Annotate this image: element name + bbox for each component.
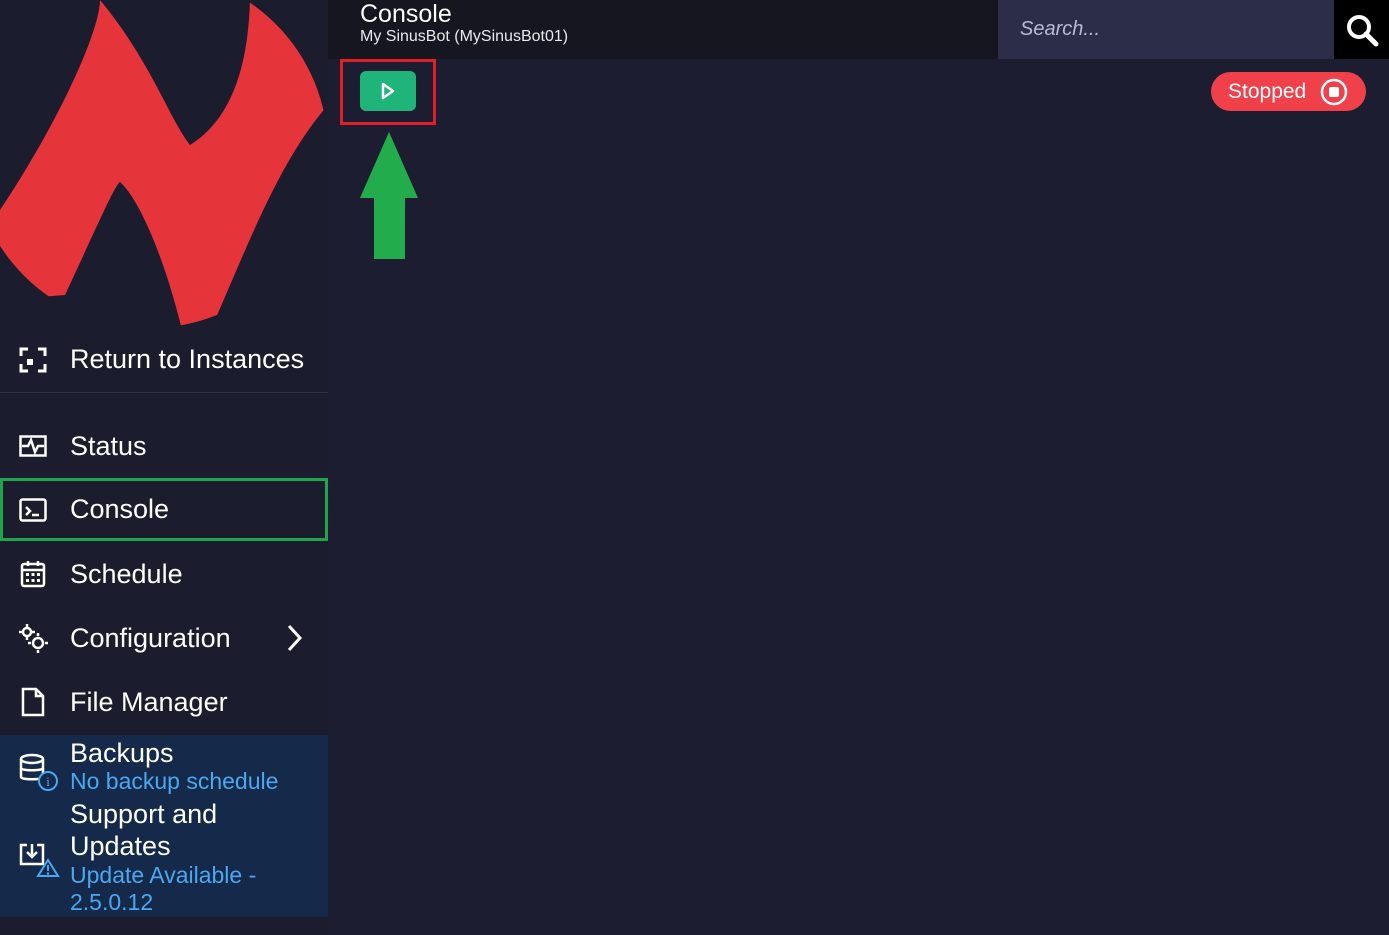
backups-title: Backups: [70, 738, 174, 768]
brand-logo: [0, 0, 328, 330]
status-pulse-icon: [17, 430, 49, 462]
page-title: Console: [360, 0, 452, 28]
terminal-icon: [17, 494, 49, 526]
file-icon: [17, 686, 49, 718]
support-title-line1: Support and: [70, 799, 218, 829]
sidebar-item-console[interactable]: Console: [0, 478, 328, 541]
sidebar-item-label: Console: [70, 494, 170, 524]
stop-icon: [1320, 78, 1348, 106]
instance-name: My SinusBot (MySinusBot01): [360, 28, 569, 45]
sidebar-item-backups[interactable]: i Backups No backup schedule: [0, 735, 328, 797]
sidebar-item-support-updates[interactable]: Support and Updates Update Available - 2…: [0, 798, 328, 917]
support-title-line2: Updates: [70, 831, 171, 861]
sidebar: Return to Instances Status Console Sched…: [0, 0, 328, 935]
return-label: Return to Instances: [70, 344, 305, 374]
update-status-line1: Update Available -: [70, 862, 257, 888]
sidebar-item-status[interactable]: Status: [0, 414, 328, 478]
status-badge[interactable]: Stopped: [1211, 72, 1366, 111]
calendar-icon: [17, 558, 49, 590]
sidebar-item-label: Status: [70, 430, 147, 461]
search-button[interactable]: [1334, 0, 1389, 59]
sidebar-item-file-manager[interactable]: File Manager: [0, 670, 328, 734]
return-to-instances-link[interactable]: Return to Instances: [0, 327, 328, 393]
sidebar-status-panel: i Backups No backup schedule Support and…: [0, 735, 328, 917]
status-label: Stopped: [1228, 79, 1307, 103]
expand-frame-icon: [17, 344, 49, 376]
sidebar-item-configuration[interactable]: Configuration: [0, 606, 328, 670]
top-bar: Console My SinusBot (MySinusBot01) Searc…: [328, 0, 1389, 59]
sidebar-item-label: File Manager: [70, 686, 228, 717]
play-icon: [381, 82, 395, 100]
backups-status: No backup schedule: [70, 768, 279, 794]
chevron-right-icon[interactable]: [286, 624, 303, 657]
sidebar-item-schedule[interactable]: Schedule: [0, 542, 328, 606]
update-status-line2: 2.5.0.12: [70, 889, 154, 915]
search-icon: [1346, 14, 1378, 46]
svg-text:i: i: [46, 774, 50, 789]
sidebar-item-label: Schedule: [70, 558, 183, 589]
start-button[interactable]: [360, 71, 416, 111]
database-icon: i: [18, 753, 62, 798]
download-update-icon: [18, 842, 62, 887]
gears-icon: [17, 622, 49, 654]
console-area: [328, 59, 1389, 935]
search-input[interactable]: Search...: [998, 0, 1334, 59]
sidebar-item-label: Configuration: [70, 622, 231, 653]
annotation-arrow: [360, 132, 418, 259]
